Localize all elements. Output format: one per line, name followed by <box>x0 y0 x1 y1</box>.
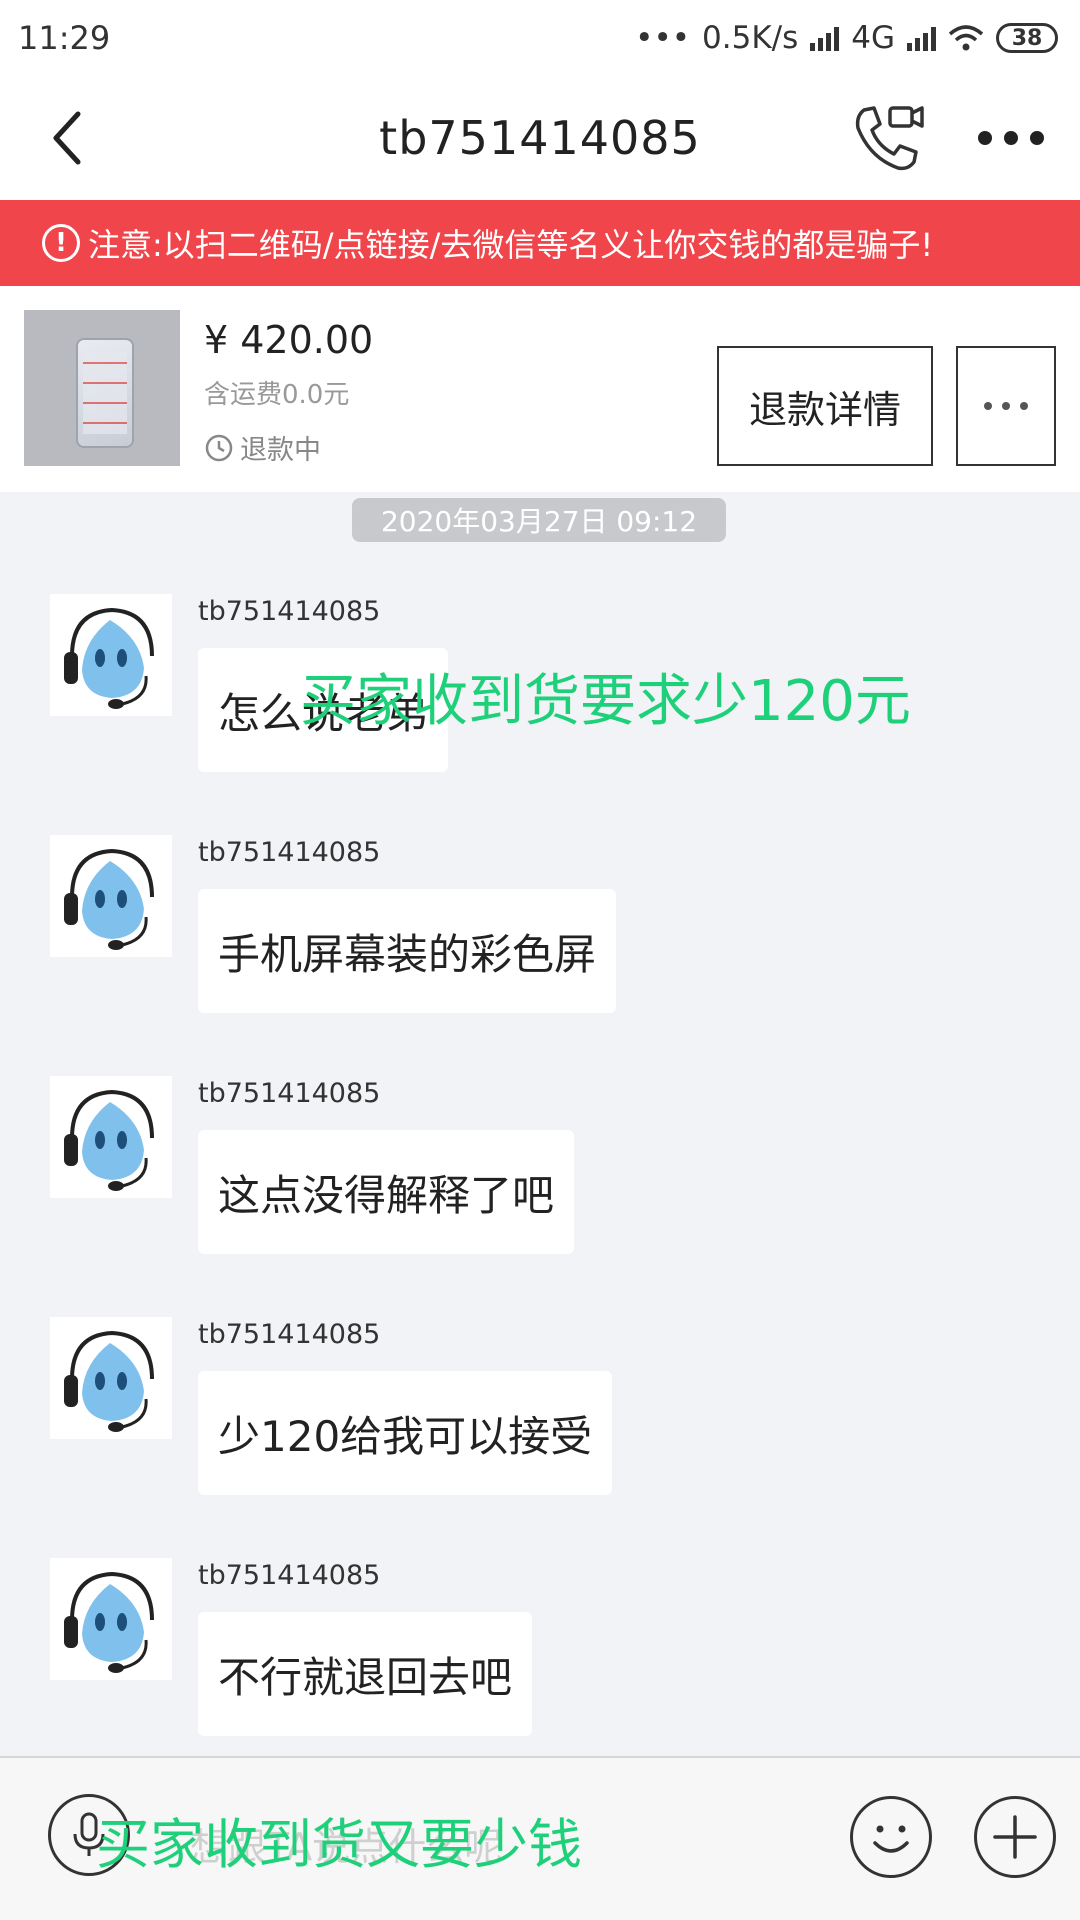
sender-name: tb751414085 <box>198 596 381 627</box>
wifi-icon <box>948 25 984 51</box>
avatar[interactable] <box>50 1317 172 1439</box>
order-card: ¥ 420.00 含运费0.0元 退款中 退款详情 <box>0 286 1080 492</box>
sender-name: tb751414085 <box>198 1078 381 1109</box>
product-image[interactable] <box>24 310 180 466</box>
chat-header: tb751414085 <box>0 76 1080 200</box>
refund-status-label: 退款中 <box>240 435 321 466</box>
input-bar: 想跟TA说点什么呢 <box>0 1756 1080 1920</box>
smiley-icon <box>873 1825 909 1853</box>
sender-name: tb751414085 <box>198 837 381 868</box>
fraud-warning-banner: ! 注意:以扫二维码/点链接/去微信等名义让你交钱的都是骗子! <box>0 200 1080 286</box>
page-title: tb751414085 <box>379 111 701 165</box>
emoji-button[interactable] <box>850 1796 932 1878</box>
signal-icon-2 <box>907 25 936 51</box>
mascot-avatar-icon <box>64 1571 154 1673</box>
warning-text: 注意:以扫二维码/点链接/去微信等名义让你交钱的都是骗子! <box>88 226 934 264</box>
message-bubble[interactable]: 少120给我可以接受 <box>198 1371 613 1495</box>
mascot-avatar-icon <box>64 1330 154 1432</box>
phone-thumbnail-icon <box>76 338 134 448</box>
back-button[interactable] <box>40 104 100 172</box>
battery-icon: 38 <box>996 23 1058 53</box>
mascot-avatar-icon <box>64 607 154 709</box>
dot-icon <box>1020 402 1028 410</box>
message-bubble[interactable]: 这点没得解释了吧 <box>198 1130 575 1254</box>
message-bubble[interactable]: 怎么说老弟 <box>198 648 449 772</box>
exclamation-circle-icon: ! <box>42 224 80 262</box>
avatar[interactable] <box>50 1558 172 1680</box>
chevron-left-icon <box>53 111 81 165</box>
shipping-note: 含运费0.0元 <box>204 380 350 410</box>
phone-video-icon <box>855 106 924 171</box>
dot-icon <box>1004 131 1018 145</box>
dot-icon <box>1030 131 1044 145</box>
status-time: 11:29 <box>18 19 111 57</box>
dot-icon <box>1002 402 1010 410</box>
avatar[interactable] <box>50 1076 172 1198</box>
dot-icon <box>978 131 992 145</box>
card-more-button[interactable] <box>956 346 1056 466</box>
dot-icon <box>984 402 992 410</box>
chat-timestamp: 2020年03月27日 09:12 <box>352 498 726 542</box>
network-speed: 0.5K/s <box>702 20 799 56</box>
mascot-avatar-icon <box>64 1089 154 1191</box>
status-indicators: ••• 0.5K/s 4G 38 <box>635 20 1058 56</box>
refund-status: 退款中 <box>204 428 321 467</box>
voice-button[interactable] <box>48 1794 130 1876</box>
more-dots-icon: ••• <box>635 20 691 56</box>
refund-details-button[interactable]: 退款详情 <box>717 346 933 466</box>
message-bubble[interactable]: 不行就退回去吧 <box>198 1612 533 1736</box>
microphone-icon <box>73 1812 105 1856</box>
sender-name: tb751414085 <box>198 1560 381 1591</box>
clock-icon <box>205 434 233 461</box>
add-attachment-button[interactable] <box>974 1796 1056 1878</box>
signal-icon <box>810 25 840 51</box>
mascot-avatar-icon <box>64 848 154 950</box>
status-bar: 11:29 ••• 0.5K/s 4G 38 <box>0 0 1080 76</box>
plus-icon <box>993 1815 1037 1859</box>
avatar[interactable] <box>50 835 172 957</box>
call-button[interactable] <box>850 100 926 176</box>
network-type: 4G <box>851 20 895 56</box>
message-input[interactable]: 想跟TA说点什么呢 <box>190 1816 502 1871</box>
product-price: ¥ 420.00 <box>204 318 374 362</box>
avatar[interactable] <box>50 594 172 716</box>
sender-name: tb751414085 <box>198 1319 381 1350</box>
message-bubble[interactable]: 手机屏幕装的彩色屏 <box>198 889 617 1013</box>
more-options-button[interactable] <box>978 130 1044 146</box>
